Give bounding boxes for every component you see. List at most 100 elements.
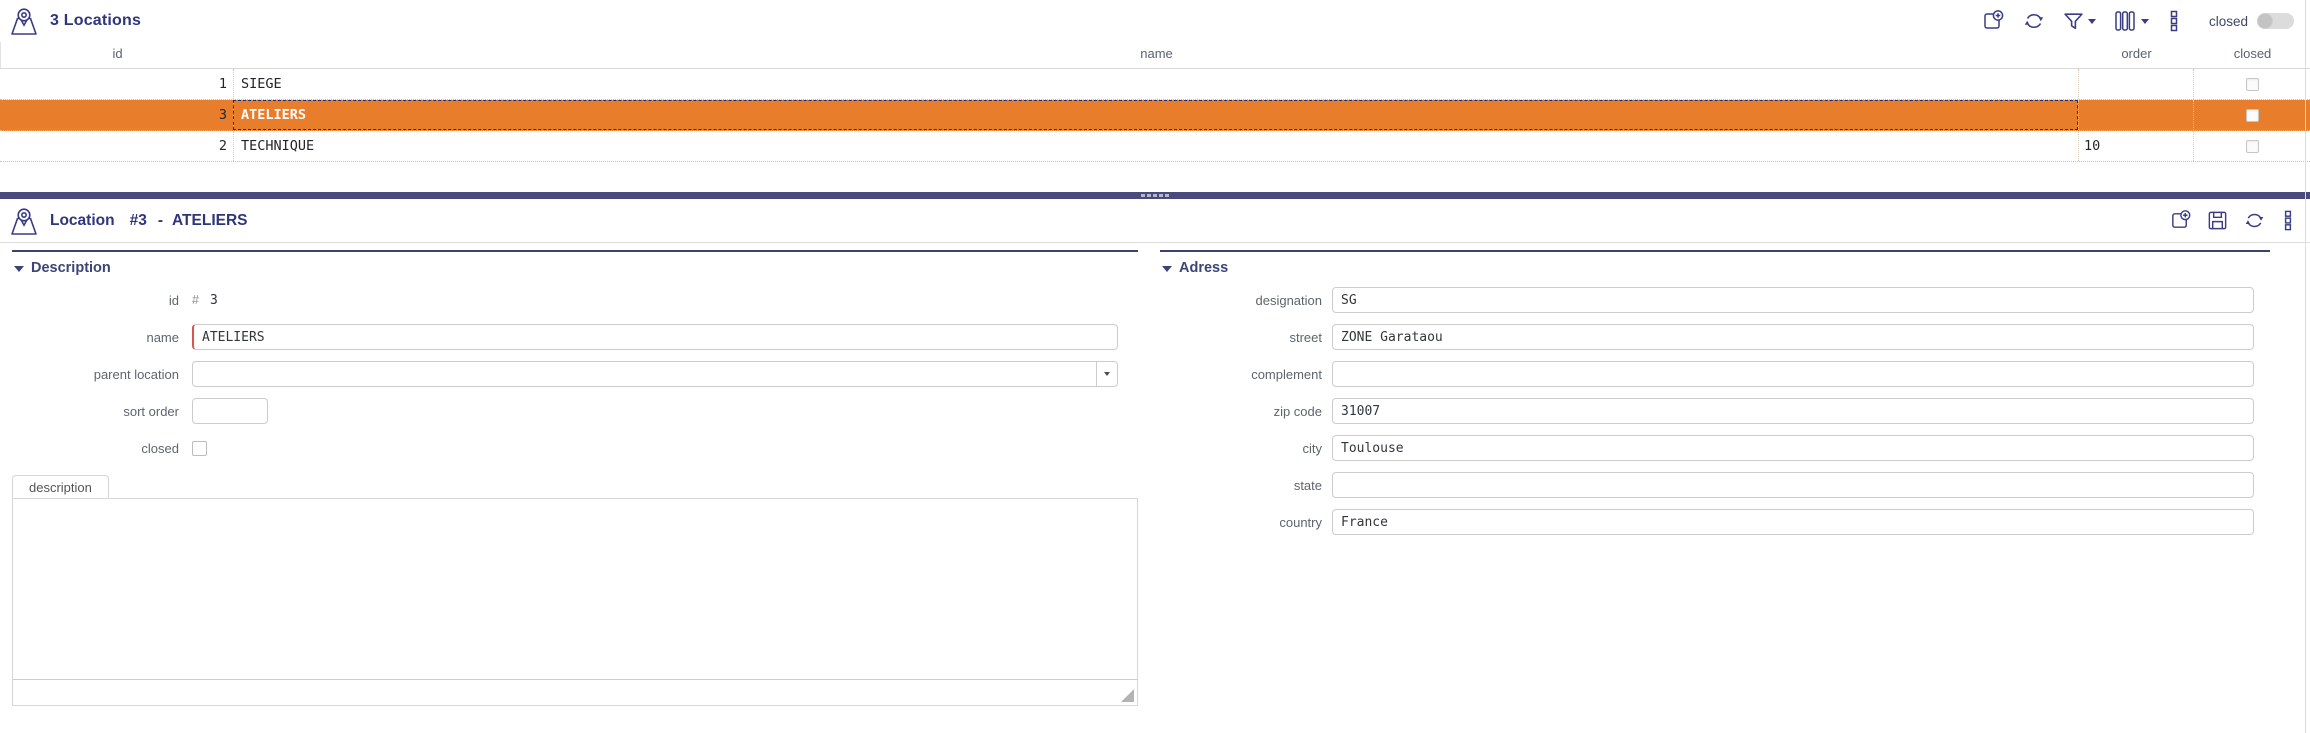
sort-order-field[interactable] bbox=[192, 398, 268, 424]
table-row-selected[interactable]: 3 ATELIERS bbox=[0, 100, 2310, 131]
section-title: Description bbox=[31, 260, 111, 276]
cell-order[interactable] bbox=[2078, 69, 2193, 99]
title-separator: - bbox=[158, 212, 163, 230]
description-tab-zone: description bbox=[12, 474, 1138, 706]
new-record-button[interactable] bbox=[2169, 209, 2192, 232]
field-row-state: state bbox=[1160, 472, 2270, 498]
field-row-sort-order: sort order bbox=[12, 398, 1138, 424]
resize-grip-icon[interactable] bbox=[1121, 689, 1134, 702]
cell-closed[interactable] bbox=[2193, 131, 2310, 161]
closed-checkbox[interactable] bbox=[2246, 78, 2259, 91]
description-section-header[interactable]: Description bbox=[12, 252, 1138, 276]
refresh-button[interactable] bbox=[2022, 9, 2046, 33]
zip-code-label: zip code bbox=[1160, 404, 1332, 419]
state-label: state bbox=[1160, 478, 1332, 493]
field-row-name: name bbox=[12, 324, 1138, 350]
field-row-zip-code: zip code bbox=[1160, 398, 2270, 424]
description-section: Description id # 3 name parent location … bbox=[12, 250, 1138, 706]
closed-checkbox[interactable] bbox=[192, 441, 207, 456]
address-section-header[interactable]: Adress bbox=[1160, 252, 2270, 276]
zip-code-field[interactable] bbox=[1332, 398, 2254, 424]
id-label: id bbox=[12, 293, 192, 308]
country-field[interactable] bbox=[1332, 509, 2254, 535]
name-field[interactable] bbox=[192, 324, 1118, 350]
title-record-id: #3 bbox=[130, 212, 147, 230]
map-location-icon bbox=[8, 207, 40, 237]
column-header-name[interactable]: name bbox=[234, 42, 2079, 68]
designation-label: designation bbox=[1160, 293, 1332, 308]
filter-button[interactable] bbox=[2063, 11, 2096, 32]
sort-order-label: sort order bbox=[12, 404, 192, 419]
id-value: 3 bbox=[210, 293, 218, 308]
closed-checkbox[interactable] bbox=[2246, 109, 2259, 122]
list-menu-button[interactable] bbox=[2166, 9, 2182, 33]
state-field[interactable] bbox=[1332, 472, 2254, 498]
cell-name[interactable]: TECHNIQUE bbox=[233, 131, 2078, 161]
field-row-city: city bbox=[1160, 435, 2270, 461]
select-caret-button[interactable] bbox=[1096, 362, 1117, 386]
locations-table: id name order closed 1 SIEGE 3 ATELIERS … bbox=[0, 42, 2310, 162]
refresh-button[interactable] bbox=[2243, 209, 2266, 232]
chevron-down-icon bbox=[1104, 372, 1110, 376]
section-title: Adress bbox=[1179, 260, 1228, 276]
title-entity: Location bbox=[50, 212, 115, 230]
closed-filter-toggle[interactable] bbox=[2257, 13, 2294, 29]
locations-list-header: 3 Locations bbox=[0, 0, 2310, 42]
field-row-country: country bbox=[1160, 509, 2270, 535]
closed-filter-label: closed bbox=[2209, 14, 2248, 29]
complement-label: complement bbox=[1160, 367, 1332, 382]
table-row[interactable]: 1 SIEGE bbox=[0, 69, 2310, 100]
parent-location-value bbox=[193, 362, 1096, 386]
cell-order[interactable] bbox=[2078, 100, 2193, 130]
cell-closed[interactable] bbox=[2193, 100, 2310, 130]
closed-label: closed bbox=[12, 441, 192, 456]
detail-toolbar bbox=[2169, 209, 2310, 232]
column-header-closed[interactable]: closed bbox=[2194, 42, 2310, 68]
title-record-name: ATELIERS bbox=[172, 212, 248, 230]
splitter-grip-icon bbox=[1141, 194, 1169, 197]
description-tab-content bbox=[12, 498, 1138, 706]
designation-field[interactable] bbox=[1332, 287, 2254, 313]
tab-description[interactable]: description bbox=[12, 475, 109, 499]
filter-caret-icon bbox=[2088, 19, 2096, 24]
field-row-designation: designation bbox=[1160, 287, 2270, 313]
cell-closed[interactable] bbox=[2193, 69, 2310, 99]
new-record-button[interactable] bbox=[1981, 9, 2005, 33]
name-label: name bbox=[12, 330, 192, 345]
column-header-id[interactable]: id bbox=[1, 42, 234, 68]
page-right-border bbox=[2305, 0, 2306, 733]
field-row-parent-location: parent location bbox=[12, 361, 1138, 387]
street-label: street bbox=[1160, 330, 1332, 345]
field-row-complement: complement bbox=[1160, 361, 2270, 387]
field-row-closed: closed bbox=[12, 435, 1138, 461]
columns-button[interactable] bbox=[2113, 9, 2149, 33]
list-toolbar: closed bbox=[1981, 9, 2310, 33]
country-label: country bbox=[1160, 515, 1332, 530]
city-label: city bbox=[1160, 441, 1332, 456]
list-panel-title: 3 Locations bbox=[50, 12, 141, 30]
collapse-arrow-icon bbox=[14, 266, 24, 272]
table-row[interactable]: 2 TECHNIQUE 10 bbox=[0, 131, 2310, 162]
detail-panel-title: Location #3 - ATELIERS bbox=[50, 212, 248, 230]
cell-order[interactable]: 10 bbox=[2078, 131, 2193, 161]
street-field[interactable] bbox=[1332, 324, 2254, 350]
column-header-order[interactable]: order bbox=[2079, 42, 2194, 68]
cell-name[interactable]: SIEGE bbox=[233, 69, 2078, 99]
cell-name[interactable]: ATELIERS bbox=[233, 100, 2078, 130]
parent-location-label: parent location bbox=[12, 367, 192, 382]
collapse-arrow-icon bbox=[1162, 266, 1172, 272]
parent-location-select[interactable] bbox=[192, 361, 1118, 387]
closed-checkbox[interactable] bbox=[2246, 140, 2259, 153]
detail-menu-button[interactable] bbox=[2280, 209, 2296, 232]
cell-id[interactable]: 3 bbox=[0, 100, 233, 130]
description-textarea[interactable] bbox=[13, 499, 1137, 680]
cell-id[interactable]: 2 bbox=[0, 131, 233, 161]
city-field[interactable] bbox=[1332, 435, 2254, 461]
address-section: Adress designation street complement zip… bbox=[1160, 250, 2270, 546]
complement-field[interactable] bbox=[1332, 361, 2254, 387]
save-button[interactable] bbox=[2206, 209, 2229, 232]
columns-caret-icon bbox=[2141, 19, 2149, 24]
location-detail-header: Location #3 - ATELIERS bbox=[0, 199, 2310, 243]
cell-id[interactable]: 1 bbox=[0, 69, 233, 99]
panel-splitter[interactable] bbox=[0, 192, 2310, 199]
